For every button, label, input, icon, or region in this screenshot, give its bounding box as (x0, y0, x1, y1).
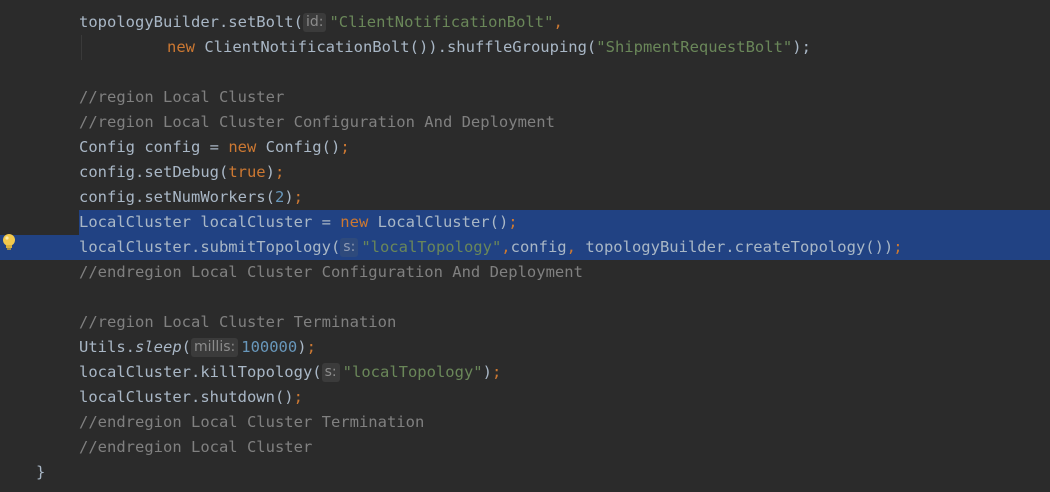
code-token: config.setDebug( (79, 163, 229, 181)
code-token: new (228, 138, 257, 156)
code-token: new (167, 38, 195, 56)
code-line[interactable]: Config config = new Config(); (0, 135, 1050, 160)
code-token: ; (293, 188, 303, 206)
lightbulb-icon[interactable] (1, 233, 17, 251)
code-token: //region Local Cluster (79, 88, 285, 106)
parameter-hint: millis: (191, 338, 239, 357)
code-line[interactable]: config.setDebug(true); (0, 160, 1050, 185)
code-line[interactable]: localCluster.killTopology(s: "localTopolo… (0, 360, 1050, 385)
code-line[interactable]: config.setNumWorkers(2); (0, 185, 1050, 210)
parameter-hint: s: (340, 238, 359, 257)
code-token: 100000 (241, 338, 298, 356)
code-token: ) (284, 188, 294, 206)
code-token: Config config = (79, 138, 229, 156)
parameter-hint: id: (302, 13, 327, 32)
code-line-content: //endregion Local Cluster (79, 435, 312, 460)
code-token: ; (274, 163, 285, 181)
code-line[interactable]: localCluster.submitTopology(s: "localTopo… (0, 235, 1050, 260)
code-token: , (553, 13, 563, 31)
code-line[interactable] (0, 60, 1050, 85)
code-token: Utils. (79, 338, 135, 356)
code-line[interactable]: LocalCluster localCluster = new LocalClu… (0, 210, 1050, 235)
code-line[interactable] (0, 285, 1050, 310)
code-line[interactable]: new ClientNotificationBolt()).shuffleGro… (0, 35, 1050, 60)
code-token: new (340, 213, 369, 231)
code-line-content: Config config = new Config(); (79, 135, 350, 160)
code-token: config.setNumWorkers( (79, 188, 275, 206)
code-token: "localTopology" (361, 238, 502, 256)
code-token: ( (181, 338, 192, 356)
parameter-hint: s: (321, 363, 340, 382)
code-token: //endregion Local Cluster Termination (79, 413, 425, 431)
code-line[interactable]: //region Local Cluster Configuration And… (0, 110, 1050, 135)
code-token: ; (340, 138, 350, 156)
code-token: Config() (256, 138, 341, 156)
code-line[interactable]: topologyBuilder.setBolt(id: "ClientNotifi… (0, 10, 1050, 35)
code-line-content: //region Local Cluster Termination (79, 310, 396, 335)
code-token: ; (893, 238, 903, 256)
code-token: "localTopology" (342, 363, 483, 381)
code-line[interactable]: //region Local Cluster Termination (0, 310, 1050, 335)
code-token: localCluster.killTopology( (79, 363, 322, 381)
code-line-content: topologyBuilder.setBolt(id: "ClientNotifi… (79, 10, 563, 35)
code-token: "ClientNotificationBolt" (329, 13, 554, 31)
code-token: //region Local Cluster Termination (79, 313, 397, 331)
code-token: ClientNotificationBolt()).shuffleGroupin… (195, 38, 597, 56)
code-line[interactable]: Utils.sleep(millis: 100000); (0, 335, 1050, 360)
code-token: config (510, 238, 567, 256)
code-token: , (566, 238, 576, 256)
code-line-content: //region Local Cluster Configuration And… (79, 110, 555, 135)
code-token: 2 (274, 188, 285, 206)
code-token: ; (306, 338, 316, 356)
code-token: ; (491, 363, 502, 381)
code-line-content: Utils.sleep(millis: 100000); (79, 335, 316, 360)
code-token: ) (482, 363, 492, 381)
code-line[interactable]: //region Local Cluster (0, 85, 1050, 110)
code-token: LocalCluster() (368, 213, 509, 231)
code-token: ; (293, 388, 303, 406)
code-line[interactable]: //endregion Local Cluster Termination (0, 410, 1050, 435)
code-line[interactable]: //endregion Local Cluster (0, 435, 1050, 460)
code-token: LocalCluster localCluster = (79, 213, 341, 231)
code-token: ; (508, 213, 518, 231)
code-line-content: //region Local Cluster (79, 85, 284, 110)
code-token: true (228, 163, 266, 181)
code-token: //endregion Local Cluster Configuration … (79, 263, 583, 281)
code-token: "ShipmentRequestBolt" (596, 38, 793, 56)
code-line-content: localCluster.killTopology(s: "localTopolo… (79, 360, 501, 385)
code-token: topologyBuilder.createTopology()) (575, 238, 894, 256)
code-token: topologyBuilder.setBolt( (79, 13, 303, 31)
code-editor[interactable]: topologyBuilder.setBolt(id: "ClientNotifi… (0, 0, 1050, 492)
code-token: //region Local Cluster Configuration And… (79, 113, 555, 131)
code-line-content: config.setNumWorkers(2); (79, 185, 303, 210)
code-token: ) (265, 163, 275, 181)
code-token: //endregion Local Cluster (79, 438, 313, 456)
closing-brace: } (36, 463, 46, 481)
code-line-content: localCluster.shutdown(); (79, 385, 303, 410)
code-line-content: new ClientNotificationBolt()).shuffleGro… (167, 35, 811, 60)
code-token: sleep (135, 338, 182, 356)
code-token: localCluster.shutdown() (79, 388, 294, 406)
code-line[interactable]: //endregion Local Cluster Configuration … (0, 260, 1050, 285)
code-line-content: LocalCluster localCluster = new LocalClu… (79, 210, 518, 235)
code-line[interactable]: localCluster.shutdown(); (0, 385, 1050, 410)
code-line-content: //endregion Local Cluster Termination (79, 410, 424, 435)
code-line-content: config.setDebug(true); (79, 160, 284, 185)
code-token: ); (792, 38, 811, 56)
code-token: , (501, 238, 511, 256)
code-token: localCluster.submitTopology( (79, 238, 341, 256)
code-line-content: //endregion Local Cluster Configuration … (79, 260, 583, 285)
code-token: ) (297, 338, 307, 356)
code-line-content: localCluster.submitTopology(s: "localTopo… (79, 235, 903, 260)
